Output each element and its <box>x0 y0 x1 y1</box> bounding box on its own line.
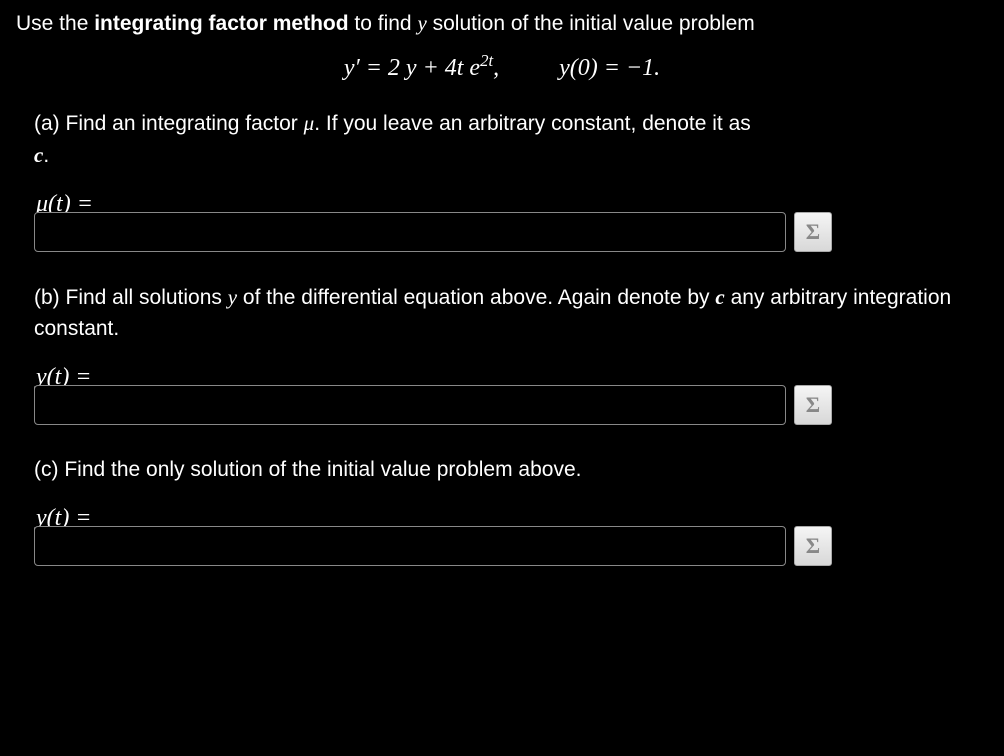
eq-rhs: y(0) = −1. <box>559 55 660 81</box>
eq-exp: 2t <box>480 51 493 70</box>
answer-row-a: Σ <box>34 212 970 252</box>
part-b-text: (b) Find all solutions y of the differen… <box>34 282 970 344</box>
part-a-text: (a) Find an integrating factor μ. If you… <box>34 108 970 171</box>
intro-post1: to find <box>349 12 418 35</box>
part-a: (a) Find an integrating factor μ. If you… <box>34 108 970 252</box>
pb-c: c <box>715 285 724 309</box>
equation-display: y′ = 2 y + 4t e2t, y(0) = −1. <box>16 51 988 82</box>
eq-comma: , <box>493 55 499 81</box>
intro-method: integrating factor method <box>94 12 348 35</box>
pa-mu: μ <box>304 111 315 135</box>
pa-mid: . If you leave an arbitrary constant, de… <box>314 112 751 135</box>
answer-row-c: Σ <box>34 526 970 566</box>
pb-mid: of the differential equation above. Agai… <box>237 286 715 309</box>
part-c: (c) Find the only solution of the initia… <box>34 455 970 566</box>
sigma-icon: Σ <box>806 219 820 245</box>
y-input-b[interactable] <box>34 385 786 425</box>
sigma-button-a[interactable]: Σ <box>794 212 832 252</box>
pa-pre: (a) Find an integrating factor <box>34 112 304 135</box>
pb-pre: (b) Find all solutions <box>34 286 228 309</box>
intro-var-y: y <box>417 11 426 35</box>
part-b: (b) Find all solutions y of the differen… <box>34 282 970 425</box>
part-c-text: (c) Find the only solution of the initia… <box>34 455 970 485</box>
sigma-button-b[interactable]: Σ <box>794 385 832 425</box>
pa-post: . <box>43 144 49 167</box>
mu-input[interactable] <box>34 212 786 252</box>
intro-text: Use the integrating factor method to fin… <box>16 10 988 37</box>
sigma-button-c[interactable]: Σ <box>794 526 832 566</box>
pa-c: c <box>34 143 43 167</box>
eq-lhs: y′ = 2 y + 4t e2t, <box>344 55 499 81</box>
pb-y: y <box>228 285 237 309</box>
eq-lhs-text: y′ = 2 y + 4t e <box>344 55 480 81</box>
y-input-c[interactable] <box>34 526 786 566</box>
intro-pre: Use the <box>16 12 94 35</box>
problem-page: Use the integrating factor method to fin… <box>0 0 1004 566</box>
sigma-icon: Σ <box>806 392 820 418</box>
intro-post2: solution of the initial value problem <box>427 12 755 35</box>
sigma-icon: Σ <box>806 533 820 559</box>
answer-row-b: Σ <box>34 385 970 425</box>
